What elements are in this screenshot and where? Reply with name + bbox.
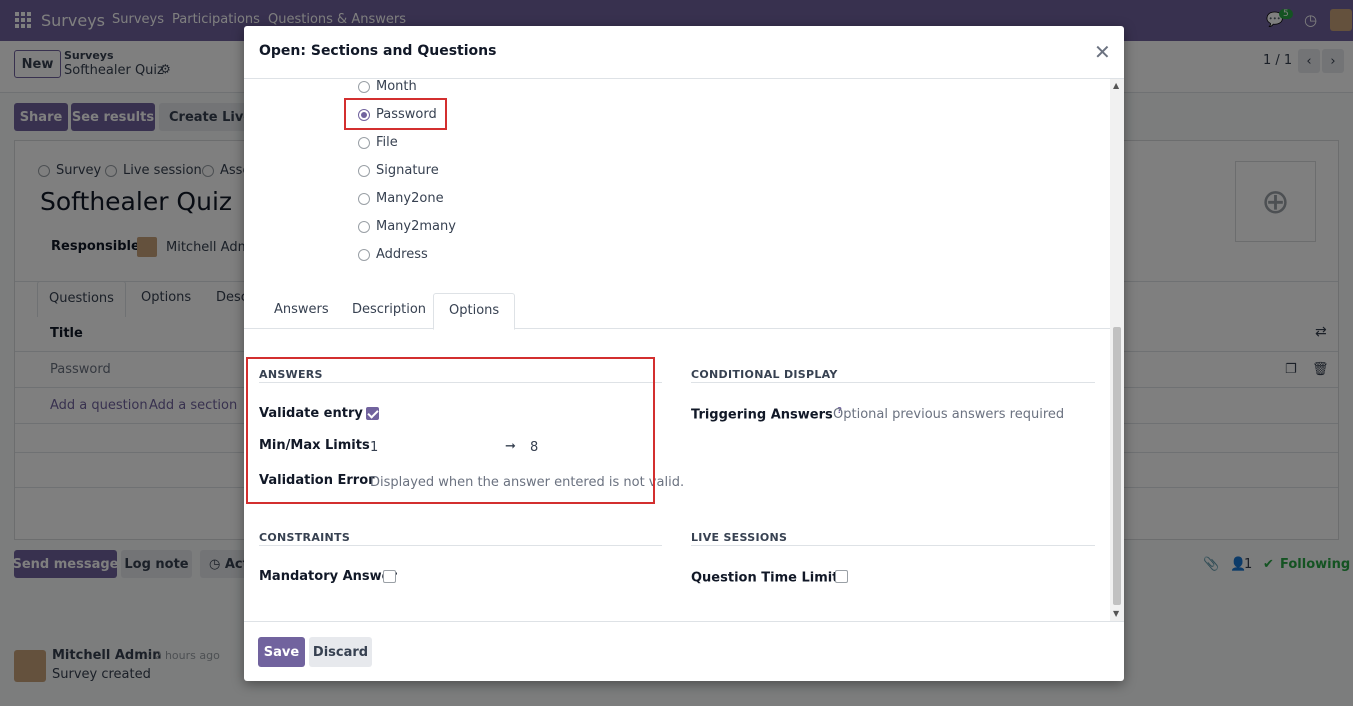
triggering-answers-text: Triggering Answers — [691, 407, 833, 423]
tab-answers[interactable]: Answers — [259, 293, 344, 329]
discard-button[interactable]: Discard — [309, 637, 372, 667]
mandatory-answer-checkbox[interactable] — [383, 570, 396, 583]
section-divider — [691, 382, 1095, 383]
type-many2many-radio[interactable] — [358, 221, 370, 233]
save-button[interactable]: Save — [258, 637, 305, 667]
type-many2one-label: Many2one — [376, 191, 444, 206]
dialog-scrollbar[interactable]: ▲ ▼ — [1110, 79, 1124, 621]
constraints-section-title: CONSTRAINTS — [259, 531, 351, 544]
dialog-header: Open: Sections and Questions ✕ — [244, 26, 1124, 79]
type-month-label: Month — [376, 79, 417, 94]
triggering-answers-input[interactable]: Optional previous answers required — [833, 407, 1064, 422]
type-many2one-radio[interactable] — [358, 193, 370, 205]
triggering-answers-label: Triggering Answers ? — [691, 406, 842, 422]
type-month-radio[interactable] — [358, 81, 370, 93]
scroll-down-icon[interactable]: ▼ — [1113, 609, 1119, 618]
type-signature-label: Signature — [376, 163, 439, 178]
scrollbar-thumb[interactable] — [1113, 327, 1121, 605]
conditional-section-title: CONDITIONAL DISPLAY — [691, 368, 838, 381]
dialog-footer: Save Discard — [244, 621, 1124, 681]
live-sessions-section-title: LIVE SESSIONS — [691, 531, 788, 544]
question-dialog: Open: Sections and Questions ✕ Month Pas… — [244, 26, 1124, 681]
tab-description[interactable]: Description — [337, 293, 441, 329]
section-divider — [691, 545, 1095, 546]
tab-options[interactable]: Options — [433, 293, 516, 330]
type-address-radio[interactable] — [358, 249, 370, 261]
close-icon[interactable]: ✕ — [1094, 40, 1111, 64]
section-divider — [259, 545, 662, 546]
scroll-up-icon[interactable]: ▲ — [1113, 81, 1119, 90]
type-address-label: Address — [376, 247, 428, 262]
question-time-limit-text: Question Time Limit — [691, 570, 839, 586]
type-file-label: File — [376, 135, 398, 150]
dialog-tabs: Answers Description Options — [244, 293, 1110, 330]
type-file-radio[interactable] — [358, 137, 370, 149]
type-many2many-label: Many2many — [376, 219, 456, 234]
question-time-limit-checkbox[interactable] — [835, 570, 848, 583]
type-signature-radio[interactable] — [358, 165, 370, 177]
answers-highlight-box — [246, 357, 655, 504]
question-time-limit-label: Question Time Limit ? — [691, 569, 848, 585]
password-highlight-box — [344, 98, 447, 130]
mandatory-answer-label: Mandatory Answer — [259, 569, 397, 584]
dialog-title: Open: Sections and Questions — [259, 43, 497, 59]
